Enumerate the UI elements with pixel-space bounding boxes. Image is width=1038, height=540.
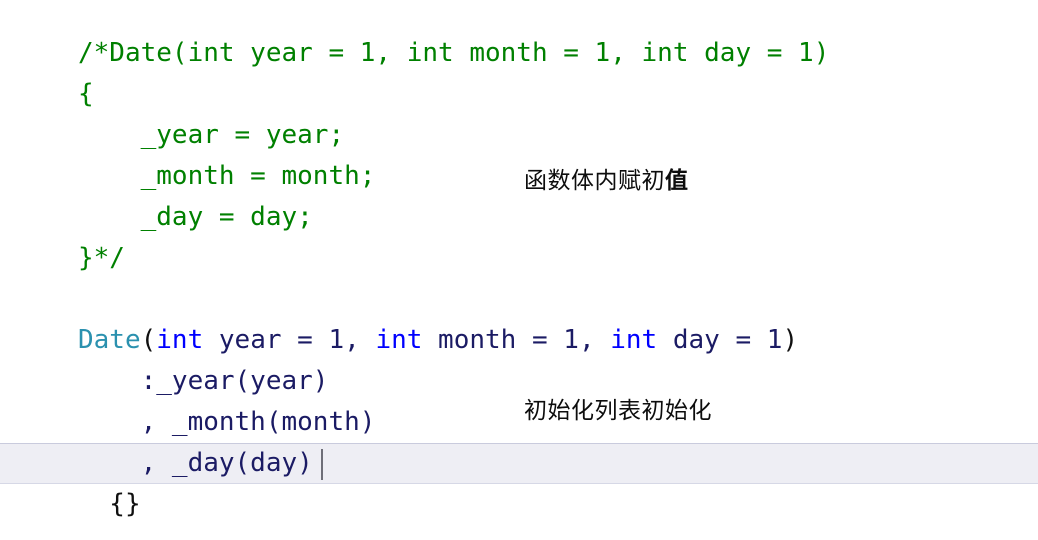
annotation-text: 函数体内赋初 (524, 168, 665, 194)
code-line[interactable]: _month = month; (0, 156, 1038, 197)
code-token: int (375, 325, 423, 355)
code-token: {} (78, 489, 141, 519)
code-token: , _month(month) (78, 407, 376, 437)
code-line-text: _day = day; (78, 197, 313, 238)
code-line[interactable]: }*/ (0, 238, 1038, 279)
code-line-text: { (78, 74, 94, 115)
code-token: ( (140, 325, 157, 355)
annotation-init-list: 初始化列表初始化 (524, 398, 712, 424)
code-token: ) (782, 325, 799, 355)
code-token: int (610, 325, 658, 355)
code-line-text: :_year(year) (78, 361, 329, 402)
code-token: }*/ (78, 243, 125, 273)
code-token: _day = day; (78, 202, 313, 232)
code-line[interactable]: _year = year; (0, 115, 1038, 156)
code-token: day = 1 (657, 325, 783, 355)
code-token: _month = month; (78, 161, 376, 191)
code-token: Date (78, 325, 141, 355)
code-editor-surface[interactable]: /*Date(int year = 1, int month = 1, int … (0, 0, 1038, 540)
annotation-emphasis: 值 (665, 168, 689, 194)
code-token: , _day(day) (78, 448, 313, 478)
code-token: { (78, 79, 94, 109)
code-line-text: Date(int year = 1, int month = 1, int da… (78, 320, 798, 361)
code-token: /*Date(int year = 1, int month = 1, int … (78, 38, 830, 68)
code-token: :_year(year) (78, 366, 329, 396)
code-line[interactable]: /*Date(int year = 1, int month = 1, int … (0, 33, 1038, 74)
code-line[interactable]: { (0, 74, 1038, 115)
code-line-text: /*Date(int year = 1, int month = 1, int … (78, 33, 829, 74)
code-line-text: }*/ (78, 238, 125, 279)
code-token: month = 1, (422, 325, 611, 355)
code-token: year = 1, (203, 325, 376, 355)
code-line[interactable]: {} (0, 484, 1038, 525)
text-caret (321, 449, 323, 480)
code-line-text: , _month(month) (78, 402, 376, 443)
code-line[interactable]: :_year(year) (0, 361, 1038, 402)
code-line[interactable] (0, 279, 1038, 320)
code-line[interactable]: _day = day; (0, 197, 1038, 238)
code-line[interactable]: , _month(month) (0, 402, 1038, 443)
code-line-text: , _day(day) (78, 443, 313, 484)
code-line-text: _month = month; (78, 156, 376, 197)
code-token: _year = year; (78, 120, 345, 150)
code-line[interactable]: Date(int year = 1, int month = 1, int da… (0, 320, 1038, 361)
code-line-text: {} (78, 484, 141, 525)
code-line-text: _year = year; (78, 115, 345, 156)
code-token: int (156, 325, 204, 355)
annotation-function-body-init: 函数体内赋初值 (524, 166, 689, 196)
code-line[interactable]: , _day(day) (0, 443, 1038, 484)
